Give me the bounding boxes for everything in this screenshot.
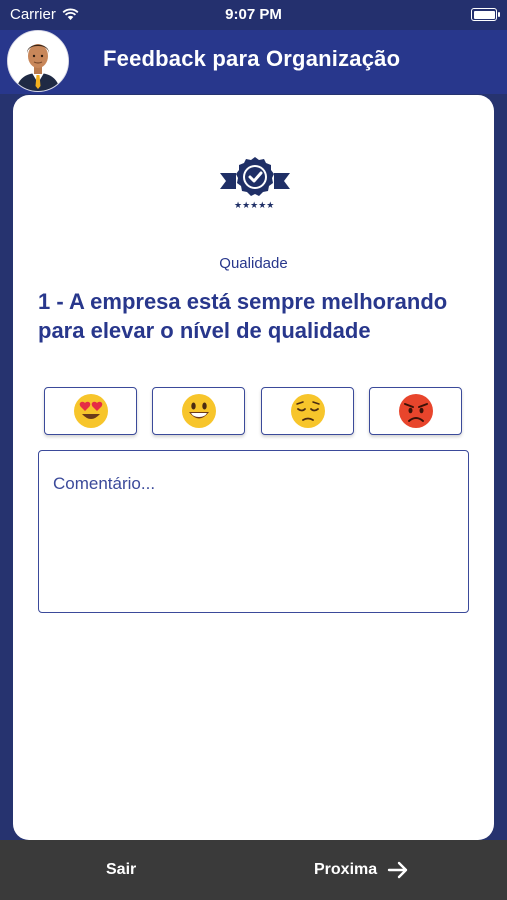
next-button-label: Proxima <box>314 861 378 878</box>
rating-happy-button[interactable] <box>152 387 245 435</box>
rating-sad-button[interactable] <box>261 387 354 435</box>
arrow-right-icon <box>387 861 408 879</box>
exit-button[interactable]: Sair <box>106 840 136 900</box>
angry-face-emoji-icon <box>398 394 433 428</box>
app-header: Feedback para Organização <box>0 30 507 94</box>
page-title: Feedback para Organização <box>103 46 401 71</box>
grinning-face-emoji-icon <box>181 394 216 428</box>
rating-love-button[interactable] <box>44 387 137 435</box>
status-time: 9:07 PM <box>225 6 282 23</box>
question-text: 1 - A empresa está sempre melhorando par… <box>38 289 448 343</box>
comment-field[interactable] <box>38 450 469 613</box>
avatar[interactable] <box>7 30 69 92</box>
status-bar: Carrier 9:07 PM <box>0 0 507 30</box>
rating-options <box>44 387 464 435</box>
feedback-card: ★★★★★ Qualidade 1 - A empresa está sempr… <box>13 95 494 840</box>
heart-eyes-emoji-icon <box>73 394 108 428</box>
footer-bar: Sair Proxima <box>0 840 507 900</box>
rating-angry-button[interactable] <box>369 387 462 435</box>
quality-badge-icon: ★★★★★ <box>220 157 290 211</box>
exit-button-label: Sair <box>106 861 137 878</box>
svg-text:★★★★★: ★★★★★ <box>234 201 274 211</box>
question-category: Qualidade <box>219 255 288 272</box>
battery-icon <box>471 8 500 21</box>
next-button[interactable]: Proxima <box>314 840 409 900</box>
pensive-face-emoji-icon <box>290 394 325 428</box>
user-avatar-icon <box>8 31 68 91</box>
